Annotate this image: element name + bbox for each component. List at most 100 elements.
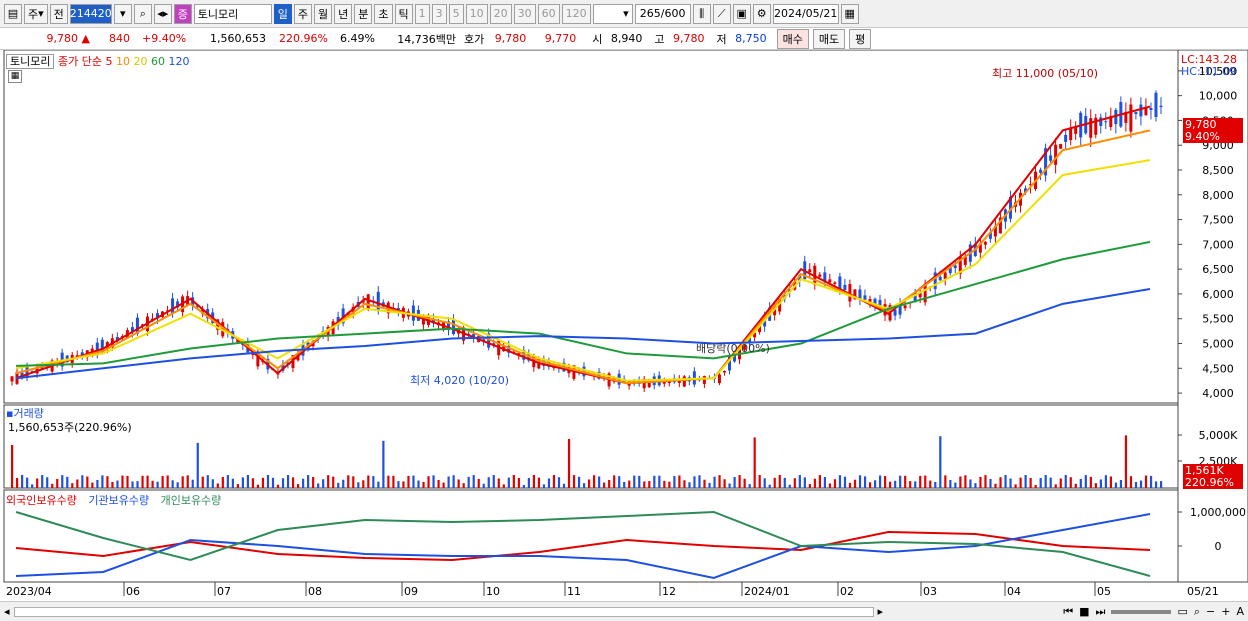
volume-bar [171, 480, 174, 488]
low-label: 저 [716, 32, 727, 46]
period-week[interactable]: 주 [293, 3, 313, 24]
x-tick-label: 05 [1097, 585, 1111, 598]
interval-60[interactable]: 60 [537, 3, 560, 24]
volume-bar [848, 482, 852, 488]
volume-bar [322, 479, 325, 488]
volume-bar [818, 475, 821, 488]
period-minute[interactable]: 분 [354, 3, 373, 24]
volume-bar [1149, 475, 1153, 488]
scroll-right-icon[interactable]: ▸ [878, 605, 884, 618]
save-icon[interactable]: ▣ [732, 3, 751, 24]
price-tick-label: 10,000 [1199, 90, 1238, 103]
volume-bar [251, 478, 255, 488]
horizontal-scrollbar[interactable] [13, 606, 874, 617]
prev-button[interactable]: 전 [49, 3, 68, 24]
candle-body [953, 265, 957, 269]
volume-bar [492, 475, 495, 488]
volume-bar [572, 475, 576, 488]
interval-30[interactable]: 30 [513, 3, 536, 24]
period-year[interactable]: 년 [334, 3, 353, 24]
interval-1[interactable]: 1 [414, 3, 430, 24]
period-day[interactable]: 일 [273, 3, 292, 24]
volume-bar [412, 475, 415, 488]
interval-5[interactable]: 5 [448, 3, 464, 24]
x-tick-label: 2024/01 [744, 585, 790, 598]
candle-body [903, 305, 907, 309]
draw-tool-icon[interactable]: ⟋ [712, 3, 731, 24]
stock-code-input[interactable]: 214420 [69, 3, 112, 24]
volume-bar [26, 477, 29, 488]
scroll-left-icon[interactable]: ◂ [4, 605, 10, 618]
candle-body [171, 298, 175, 314]
volume-bar [959, 476, 962, 488]
speaker-icon[interactable]: ◂▸ [153, 3, 172, 24]
candle-body [1069, 128, 1073, 141]
stock-badge: 증 [173, 3, 192, 24]
search-zoom-icon[interactable]: ⌕ [1194, 605, 1200, 619]
zoom-out-icon[interactable]: − [1206, 605, 1215, 618]
search-icon[interactable]: ⌕ [133, 3, 152, 24]
ma-20-label: 20 [133, 55, 148, 68]
candle-body [10, 376, 14, 382]
interval-10[interactable]: 10 [465, 3, 488, 24]
high-price: 9,780 [673, 32, 705, 45]
count-field[interactable]: 265/600 [634, 3, 691, 24]
table-toggle-icon[interactable]: ▦ [8, 70, 22, 83]
chart-area[interactable]: 10,50010,0009,5009,0008,5008,0007,5007,0… [0, 49, 1248, 601]
chart-canvas[interactable]: 10,50010,0009,5009,0008,5008,0007,5007,0… [0, 49, 1248, 601]
candle-body [411, 305, 415, 321]
volume-bar [733, 477, 736, 488]
first-page-icon[interactable]: ⏮ [1063, 605, 1073, 619]
layout-icon[interactable]: ▭ [1177, 605, 1187, 618]
candle-body [702, 376, 706, 384]
volume-bar [1124, 435, 1128, 488]
last-page-icon[interactable]: ⏭ [1096, 605, 1106, 619]
volume-bar [623, 481, 626, 488]
candle-type-icon[interactable]: ⫼ [692, 3, 711, 24]
font-size-icon[interactable]: A [1236, 605, 1244, 618]
period-second[interactable]: 초 [374, 3, 393, 24]
buy-button[interactable]: 매수 [776, 28, 809, 49]
volume-bar [858, 475, 862, 488]
volume-bar [1054, 484, 1057, 488]
date-field[interactable]: 2024/05/21 [772, 3, 839, 24]
interval-20[interactable]: 20 [489, 3, 512, 24]
interval-3[interactable]: 3 [431, 3, 447, 24]
candle-body [843, 284, 847, 290]
calendar-icon[interactable]: ▦ [840, 3, 859, 24]
volume-bar [638, 475, 641, 488]
volume-bar [979, 476, 982, 488]
period-tick[interactable]: 틱 [394, 3, 413, 24]
interval-dropdown[interactable]: ▾ [592, 3, 633, 24]
volume-bar [974, 483, 977, 488]
dropdown-icon[interactable]: ▾ [113, 3, 132, 24]
period-month[interactable]: 월 [314, 3, 333, 24]
volume-bar [337, 482, 340, 488]
volume-bar [362, 480, 365, 488]
volume-bar [1034, 484, 1037, 488]
chart-menu-icon[interactable]: ▤ [4, 3, 22, 24]
volume-tick-label: 5,000K [1199, 429, 1238, 442]
institution-holding-label: 기관보유수량 [88, 494, 150, 507]
volume-bar [1049, 477, 1052, 488]
volume-bar [853, 479, 857, 488]
volume-bar [176, 482, 179, 488]
volume-bar [703, 479, 706, 488]
holding-legend: 외국인보유수량 기관보유수량 개인보유수량 [6, 492, 221, 508]
sell-button[interactable]: 매도 [812, 28, 846, 49]
volume-bar [863, 476, 867, 488]
x-tick-label: 03 [923, 585, 937, 598]
volume-bar [748, 484, 751, 488]
price-tick-label: 7,000 [1202, 238, 1234, 251]
zoom-slider[interactable] [1111, 609, 1172, 614]
zoom-in-icon[interactable]: + [1221, 605, 1230, 618]
settings-icon[interactable]: ⚙ [752, 3, 771, 24]
volume-bar [121, 475, 124, 488]
volume-bar [939, 436, 942, 488]
interval-120[interactable]: 120 [561, 3, 591, 24]
market-select[interactable]: 주 ▾ [24, 3, 48, 24]
stop-icon[interactable]: ■ [1079, 605, 1089, 618]
volume-bar [56, 478, 59, 488]
volume-bar [221, 477, 224, 488]
eval-button[interactable]: 평 [849, 28, 872, 49]
